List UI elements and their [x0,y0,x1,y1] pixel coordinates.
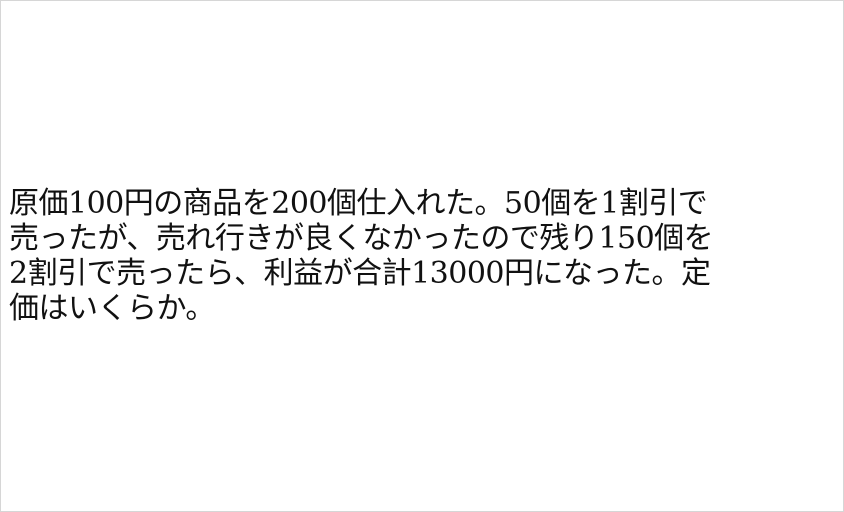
page-canvas: 原価100円の商品を200個仕入れた。50個を1割引で 売ったが、売れ行きが良く… [0,0,844,512]
problem-line-4: 価はいくらか。 [9,291,215,326]
problem-line-1: 原価100円の商品を200個仕入れた。50個を1割引で [9,186,708,221]
problem-line-2: 売ったが、売れ行きが良くなかったので残り150個を [9,221,714,256]
problem-line-3: 2割引で売ったら、利益が合計13000円になった。定 [9,256,711,291]
problem-text: 原価100円の商品を200個仕入れた。50個を1割引で 売ったが、売れ行きが良く… [9,186,835,326]
